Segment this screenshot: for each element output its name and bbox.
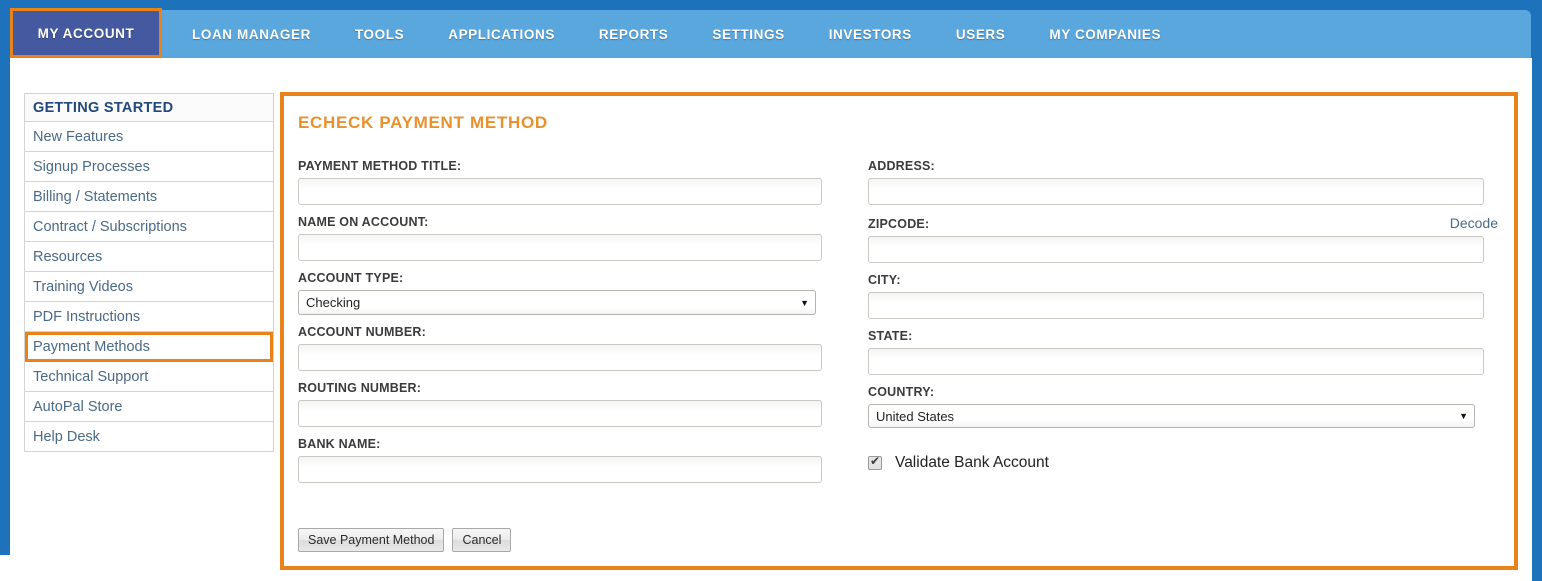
field-label: ACCOUNT TYPE: — [298, 271, 404, 285]
nav-item-my-account[interactable]: MY ACCOUNT — [10, 8, 162, 58]
form-column-right: ADDRESS: ZIPCODE: Decode CITY: STATE: CO… — [868, 159, 1498, 493]
form-actions: Save Payment Method Cancel — [298, 528, 512, 552]
nav-item-label: USERS — [955, 26, 1006, 42]
state-input[interactable] — [868, 348, 1484, 375]
field-country: COUNTRY: United States ▼ — [868, 385, 1498, 428]
form-columns: PAYMENT METHOD TITLE: NAME ON ACCOUNT: A… — [298, 159, 1500, 493]
nav-item-label: APPLICATIONS — [448, 26, 555, 42]
nav-item-label: SETTINGS — [712, 26, 785, 42]
sidebar-item-resources[interactable]: Resources — [25, 242, 273, 272]
sidebar: GETTING STARTED New Features Signup Proc… — [24, 93, 274, 452]
nav-item-reports[interactable]: REPORTS — [577, 27, 690, 42]
nav-item-applications[interactable]: APPLICATIONS — [426, 27, 577, 42]
address-input[interactable] — [868, 178, 1484, 205]
bank-name-input[interactable] — [298, 456, 822, 483]
app-root: MY ACCOUNT LOAN MANAGER TOOLS APPLICATIO… — [0, 0, 1542, 581]
zipcode-input[interactable] — [868, 236, 1484, 263]
page-frame-left — [0, 58, 10, 555]
sidebar-item-technical-support[interactable]: Technical Support — [25, 362, 273, 392]
payment-method-title-input[interactable] — [298, 178, 822, 205]
decode-link[interactable]: Decode — [1450, 215, 1498, 231]
sidebar-item-contract-subscriptions[interactable]: Contract / Subscriptions — [25, 212, 273, 242]
nav-item-label: TOOLS — [354, 26, 405, 42]
sidebar-item-payment-methods[interactable]: Payment Methods — [25, 332, 273, 362]
country-select-wrap: United States ▼ — [868, 404, 1475, 428]
validate-bank-account-row: Validate Bank Account — [868, 454, 1498, 472]
sidebar-item-help-desk[interactable]: Help Desk — [25, 422, 273, 452]
sidebar-item-signup-processes[interactable]: Signup Processes — [25, 152, 273, 182]
zipcode-label-row: ZIPCODE: Decode — [868, 215, 1498, 236]
nav-item-label: MY ACCOUNT — [37, 25, 135, 41]
account-type-select[interactable]: Checking — [298, 290, 816, 315]
country-select[interactable]: United States — [868, 404, 1475, 428]
nav-item-my-companies[interactable]: MY COMPANIES — [1027, 27, 1183, 42]
sidebar-header: GETTING STARTED — [25, 94, 273, 122]
field-label: ZIPCODE: — [868, 217, 930, 231]
field-bank-name: BANK NAME: — [298, 437, 868, 483]
field-label: PAYMENT METHOD TITLE: — [298, 159, 462, 173]
account-type-select-wrap: Checking ▼ — [298, 290, 816, 315]
field-label: CITY: — [868, 273, 901, 287]
city-input[interactable] — [868, 292, 1484, 319]
field-name-on-account: NAME ON ACCOUNT: — [298, 215, 868, 261]
field-label: ACCOUNT NUMBER: — [298, 325, 426, 339]
field-city: CITY: — [868, 273, 1498, 319]
nav-items-list: LOAN MANAGER TOOLS APPLICATIONS REPORTS … — [170, 10, 1183, 58]
echeck-payment-method-panel: ECHECK PAYMENT METHOD PAYMENT METHOD TIT… — [280, 92, 1518, 570]
sidebar-item-new-features[interactable]: New Features — [25, 122, 273, 152]
account-number-input[interactable] — [298, 344, 822, 371]
routing-number-input[interactable] — [298, 400, 822, 427]
nav-item-label: REPORTS — [598, 26, 669, 42]
field-account-type: ACCOUNT TYPE: Checking ▼ — [298, 271, 868, 315]
field-account-number: ACCOUNT NUMBER: — [298, 325, 868, 371]
field-label: BANK NAME: — [298, 437, 381, 451]
nav-item-tools[interactable]: TOOLS — [333, 27, 426, 42]
save-payment-method-button[interactable]: Save Payment Method — [298, 528, 445, 552]
top-navigation-bar: MY ACCOUNT LOAN MANAGER TOOLS APPLICATIO… — [0, 0, 1542, 58]
sidebar-item-pdf-instructions[interactable]: PDF Instructions — [25, 302, 273, 332]
field-label: NAME ON ACCOUNT: — [298, 215, 429, 229]
page-title: ECHECK PAYMENT METHOD — [298, 113, 548, 132]
name-on-account-input[interactable] — [298, 234, 822, 261]
field-label: ADDRESS: — [868, 159, 935, 173]
validate-bank-account-label: Validate Bank Account — [895, 454, 1049, 471]
field-payment-method-title: PAYMENT METHOD TITLE: — [298, 159, 868, 205]
field-label: STATE: — [868, 329, 913, 343]
validate-bank-account-checkbox[interactable] — [868, 454, 882, 470]
field-routing-number: ROUTING NUMBER: — [298, 381, 868, 427]
field-address: ADDRESS: — [868, 159, 1498, 205]
panel-inner: ECHECK PAYMENT METHOD PAYMENT METHOD TIT… — [284, 96, 1514, 566]
nav-item-investors[interactable]: INVESTORS — [807, 27, 934, 42]
field-label: COUNTRY: — [868, 385, 935, 399]
sidebar-item-billing-statements[interactable]: Billing / Statements — [25, 182, 273, 212]
field-label: ROUTING NUMBER: — [298, 381, 422, 395]
form-column-left: PAYMENT METHOD TITLE: NAME ON ACCOUNT: A… — [298, 159, 868, 493]
nav-item-label: LOAN MANAGER — [192, 26, 311, 42]
nav-item-label: MY COMPANIES — [1049, 26, 1162, 42]
content-area: GETTING STARTED New Features Signup Proc… — [10, 58, 1532, 581]
nav-item-settings[interactable]: SETTINGS — [690, 27, 806, 42]
sidebar-item-autopal-store[interactable]: AutoPal Store — [25, 392, 273, 422]
nav-item-label: INVESTORS — [828, 26, 912, 42]
nav-item-loan-manager[interactable]: LOAN MANAGER — [170, 27, 333, 42]
field-zipcode: ZIPCODE: Decode — [868, 215, 1498, 263]
field-state: STATE: — [868, 329, 1498, 375]
sidebar-item-training-videos[interactable]: Training Videos — [25, 272, 273, 302]
cancel-button[interactable]: Cancel — [452, 528, 512, 552]
nav-item-users[interactable]: USERS — [934, 27, 1028, 42]
page-frame-right — [1532, 58, 1542, 581]
